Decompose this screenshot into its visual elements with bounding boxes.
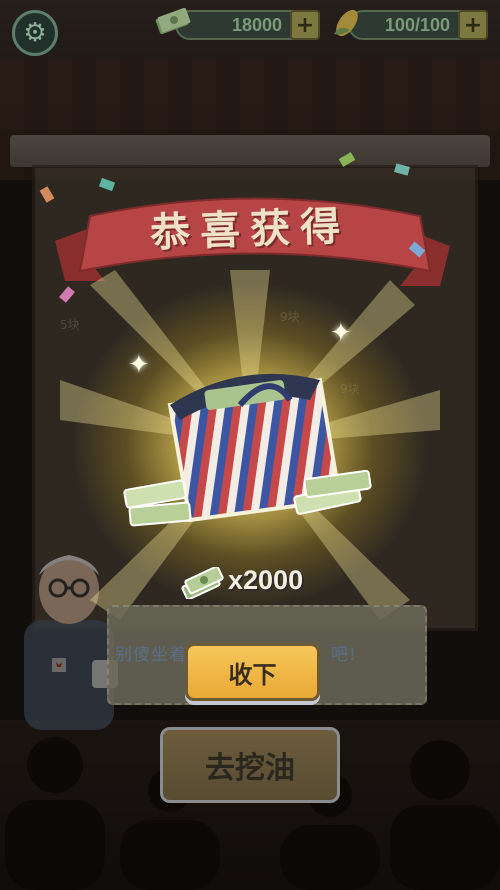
- settings-button[interactable]: ⚙: [12, 10, 58, 56]
- cash-value: 18000: [231, 15, 282, 35]
- add-cash-button[interactable]: +: [290, 10, 320, 40]
- top-bar: ⚙ 18000 + 100/100 +: [0, 0, 500, 56]
- energy-value: 100/100: [384, 15, 450, 35]
- popup-title: 恭喜获得: [149, 202, 351, 257]
- gear-icon: ⚙: [23, 18, 47, 48]
- reward-amount: x2000: [180, 565, 340, 605]
- money-bag-icon: [123, 373, 372, 527]
- cash-stack-icon: [181, 567, 224, 599]
- energy-counter: 100/100 +: [348, 10, 488, 40]
- reward-value: x2000: [228, 565, 304, 595]
- collect-button[interactable]: 收下: [185, 643, 320, 701]
- sparkle-icon: ✦: [330, 318, 352, 348]
- cash-icon: [155, 8, 191, 34]
- add-energy-button[interactable]: +: [458, 10, 488, 40]
- dig-oil-button[interactable]: 去挖油: [160, 727, 340, 803]
- corn-icon: [334, 9, 358, 37]
- cash-counter: 18000 +: [175, 10, 320, 40]
